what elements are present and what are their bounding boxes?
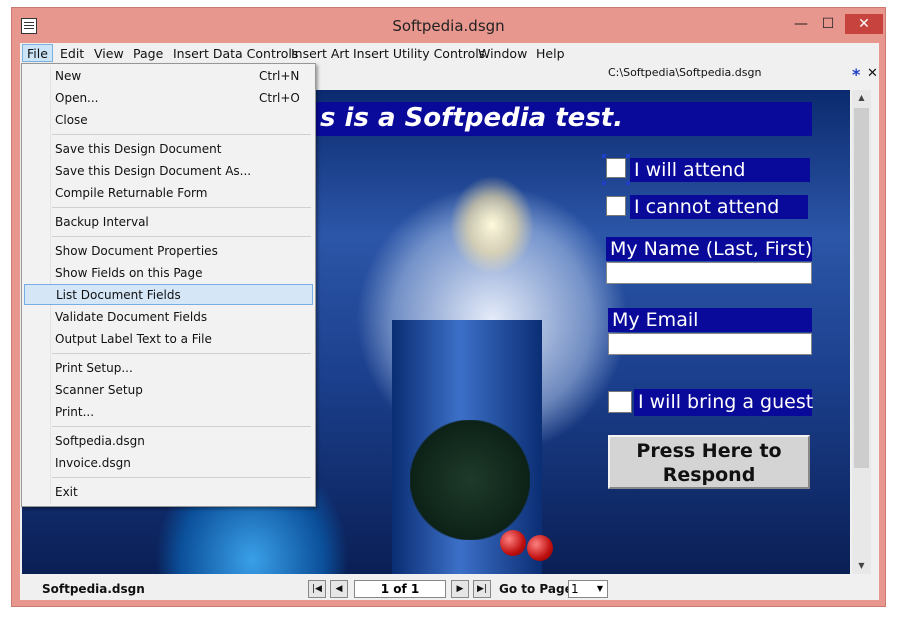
guest-label: I will bring a guest	[634, 389, 813, 416]
menu-item-label: Save this Design Document	[55, 142, 222, 156]
menu-insert-art[interactable]: Insert Art	[291, 45, 349, 63]
file-menu-dropdown: New Ctrl+N Open... Ctrl+O Close Save this …	[21, 63, 316, 507]
menu-file[interactable]: File	[22, 44, 53, 62]
menu-separator	[52, 353, 311, 354]
menu-item-output-label-text[interactable]: Output Label Text to a File	[24, 329, 313, 350]
berry-image	[527, 535, 553, 561]
menu-view[interactable]: View	[94, 45, 124, 63]
menu-item-label: Validate Document Fields	[55, 310, 208, 324]
menu-item-label: Softpedia.dsgn	[55, 434, 145, 448]
document-close-icon[interactable]: ✕	[867, 66, 878, 81]
not-attend-label: I cannot attend	[630, 195, 808, 219]
menu-item-label: Print...	[55, 405, 95, 419]
menu-item-print-setup[interactable]: Print Setup...	[24, 358, 313, 379]
respond-button-line1: Press Here to	[636, 440, 782, 462]
menu-item-shortcut: Ctrl+N	[259, 69, 300, 83]
menu-separator	[52, 426, 311, 427]
menu-separator	[52, 134, 311, 135]
menu-item-label: Backup Interval	[55, 215, 149, 229]
document-path: C:\Softpedia\Softpedia.dsgn	[608, 66, 762, 79]
title-banner[interactable]: s is a Softpedia test.	[312, 102, 812, 136]
menu-item-new[interactable]: New Ctrl+N	[24, 66, 313, 87]
page-indicator[interactable]: 1 of 1	[354, 580, 446, 598]
menu-item-validate-fields[interactable]: Validate Document Fields	[24, 307, 313, 328]
menu-item-label: Output Label Text to a File	[55, 332, 212, 346]
goto-page-select[interactable]: 1 ▼	[568, 580, 608, 598]
modified-indicator: *	[852, 65, 861, 84]
goto-page-label: Go to Page	[499, 582, 573, 596]
menu-item-compile-form[interactable]: Compile Returnable Form	[24, 183, 313, 204]
menu-item-label: New	[55, 69, 82, 83]
menu-separator	[52, 207, 311, 208]
menu-item-exit[interactable]: Exit	[24, 482, 313, 503]
scroll-thumb[interactable]	[854, 108, 869, 468]
window-title: Softpedia.dsgn	[392, 17, 505, 35]
menu-separator	[52, 477, 311, 478]
menu-window[interactable]: Window	[478, 45, 527, 63]
email-label: My Email	[608, 308, 812, 332]
menu-item-label: Print Setup...	[55, 361, 133, 375]
menu-item-save-as[interactable]: Save this Design Document As...	[24, 161, 313, 182]
selection-handle[interactable]	[602, 181, 606, 185]
minimize-button[interactable]: —	[788, 14, 814, 34]
name-field[interactable]	[606, 262, 812, 284]
holly-image	[410, 420, 530, 540]
goto-page-value: 1	[571, 582, 579, 596]
menu-item-backup-interval[interactable]: Backup Interval	[24, 212, 313, 233]
menu-page[interactable]: Page	[133, 45, 163, 63]
menu-item-label: Scanner Setup	[55, 383, 143, 397]
menu-item-close[interactable]: Close	[24, 110, 313, 131]
close-button[interactable]: ✕	[845, 14, 883, 34]
menu-item-label: Compile Returnable Form	[55, 186, 208, 200]
menu-item-label: Show Fields on this Page	[55, 266, 203, 280]
menu-insert-data-controls[interactable]: Insert Data Controls	[173, 45, 298, 63]
status-bar: Softpedia.dsgn |◀ ◀ 1 of 1 ▶ ▶| Go to Pa…	[20, 578, 879, 600]
attend-label: I will attend	[630, 158, 810, 182]
menu-item-label: Close	[55, 113, 88, 127]
menu-item-recent-softpedia[interactable]: Softpedia.dsgn	[24, 431, 313, 452]
menu-item-save[interactable]: Save this Design Document	[24, 139, 313, 160]
menu-item-label: Save this Design Document As...	[55, 164, 252, 178]
menu-item-label: Invoice.dsgn	[55, 456, 131, 470]
menu-item-list-fields[interactable]: List Document Fields	[24, 284, 313, 305]
menu-item-label: Exit	[55, 485, 78, 499]
menu-bar: File Edit View Page Insert Data Controls…	[20, 43, 879, 63]
last-page-icon[interactable]: ▶|	[473, 580, 491, 598]
first-page-icon[interactable]: |◀	[308, 580, 326, 598]
menu-item-label: Open...	[55, 91, 99, 105]
menu-help[interactable]: Help	[536, 45, 565, 63]
email-field[interactable]	[608, 333, 812, 355]
menu-item-open[interactable]: Open... Ctrl+O	[24, 88, 313, 109]
status-filename: Softpedia.dsgn	[42, 582, 145, 596]
berry-image	[500, 530, 526, 556]
attend-checkbox[interactable]	[606, 158, 626, 178]
guest-checkbox[interactable]	[608, 391, 632, 413]
scroll-down-icon[interactable]: ▼	[852, 558, 871, 574]
prev-page-icon[interactable]: ◀	[330, 580, 348, 598]
banner-text: s is a Softpedia test.	[320, 103, 624, 133]
next-page-icon[interactable]: ▶	[451, 580, 469, 598]
menu-insert-utility-controls[interactable]: Insert Utility Controls	[353, 45, 485, 63]
menu-edit[interactable]: Edit	[60, 45, 84, 63]
menu-item-label: List Document Fields	[56, 288, 181, 302]
menu-separator	[52, 236, 311, 237]
menu-item-scanner-setup[interactable]: Scanner Setup	[24, 380, 313, 401]
menu-item-recent-invoice[interactable]: Invoice.dsgn	[24, 453, 313, 474]
menu-item-label: Show Document Properties	[55, 244, 218, 258]
respond-button-line2: Respond	[662, 464, 756, 486]
respond-button[interactable]: Press Here to Respond	[608, 435, 810, 489]
maximize-button[interactable]: ☐	[815, 14, 841, 34]
vertical-scrollbar[interactable]: ▲ ▼	[852, 90, 871, 574]
menu-item-shortcut: Ctrl+O	[259, 91, 300, 105]
name-label: My Name (Last, First)	[606, 237, 812, 261]
scroll-up-icon[interactable]: ▲	[852, 90, 871, 106]
menu-item-document-properties[interactable]: Show Document Properties	[24, 241, 313, 262]
not-attend-checkbox[interactable]	[606, 196, 626, 216]
chevron-down-icon[interactable]: ▼	[594, 581, 606, 597]
title-bar[interactable]: Softpedia.dsgn — ☐ ✕	[12, 8, 885, 44]
menu-item-show-fields[interactable]: Show Fields on this Page	[24, 263, 313, 284]
menu-item-print[interactable]: Print...	[24, 402, 313, 423]
